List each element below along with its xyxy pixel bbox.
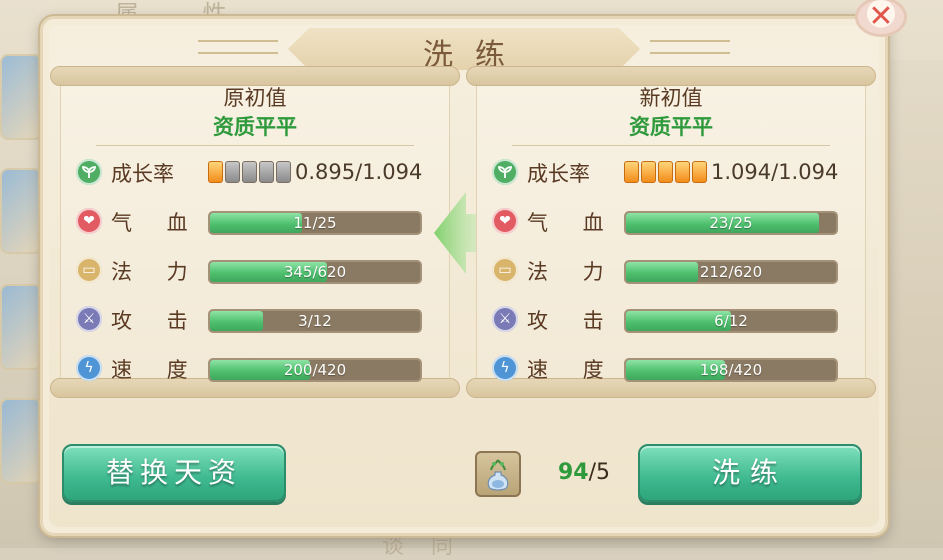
stat-label: 攻 击: [527, 309, 618, 333]
stat-row-attack: ⚔ 攻 击 6/12: [472, 305, 870, 333]
original-values-panel: 原初值 资质平平 成长率 0.895/1.094 ❤ 气 血 11/25 ▭ 法…: [50, 66, 460, 398]
stat-value: 6/12: [714, 312, 748, 330]
potion-vase-icon: [487, 459, 509, 491]
stat-value: 212/620: [699, 263, 763, 281]
growth-pip-list: [624, 161, 709, 183]
scroll-icon: ▭: [76, 257, 102, 283]
growth-label: 成长率: [527, 162, 590, 186]
sprout-icon: [492, 159, 518, 185]
stat-value: 11/25: [293, 214, 337, 232]
title-decoration-right: [650, 40, 730, 54]
stat-row-mp: ▭ 法 力 212/620: [472, 256, 870, 284]
panel-title: 原初值: [223, 86, 287, 110]
scroll-icon: ▭: [492, 257, 518, 283]
growth-pip: [225, 161, 240, 183]
new-values-panel: 新初值 资质平平 成长率 1.094/1.094 ❤ 气 血 23/25 ▭ 法…: [466, 66, 876, 398]
panel-title: 新初值: [639, 86, 703, 110]
growth-pip-list: [208, 161, 293, 183]
heart-icon: ❤: [492, 208, 518, 234]
growth-row: 成长率 1.094/1.094: [472, 158, 870, 186]
stat-label: 速 度: [527, 358, 618, 382]
stat-row-mp: ▭ 法 力 345/620: [56, 256, 454, 284]
lightning-icon: ϟ: [492, 355, 518, 381]
background-pet-card: [0, 54, 42, 140]
lightning-icon: ϟ: [76, 355, 102, 381]
aptitude-grade: 资质平平: [213, 115, 297, 139]
stat-bar: 6/12: [624, 309, 838, 333]
item-have: 94: [558, 460, 589, 485]
stat-row-hp: ❤ 气 血 23/25: [472, 207, 870, 235]
background-pet-card: [0, 284, 42, 370]
stat-row-speed: ϟ 速 度 198/420: [472, 354, 870, 382]
growth-pip: [624, 161, 639, 183]
stat-label: 法 力: [527, 260, 618, 284]
growth-pip: [658, 161, 673, 183]
divider: [512, 145, 830, 146]
dialog-title-bar: 洗练: [198, 22, 730, 73]
growth-pips: 0.895/1.094: [208, 160, 422, 184]
close-icon: ✕: [868, 0, 894, 34]
stat-label: 法 力: [111, 260, 202, 284]
growth-pip: [259, 161, 274, 183]
growth-pip: [692, 161, 707, 183]
stat-value: 198/420: [699, 361, 763, 379]
stat-bar: 3/12: [208, 309, 422, 333]
growth-pip: [675, 161, 690, 183]
growth-pip: [641, 161, 656, 183]
refine-button[interactable]: 洗练: [638, 444, 862, 502]
aptitude-grade: 资质平平: [629, 115, 713, 139]
growth-value: 1.094/1.094: [711, 160, 839, 184]
refine-item-slot[interactable]: [475, 451, 521, 497]
stat-row-hp: ❤ 气 血 11/25: [56, 207, 454, 235]
growth-row: 成长率 0.895/1.094: [56, 158, 454, 186]
stat-bar: 23/25: [624, 211, 838, 235]
stat-label: 速 度: [111, 358, 202, 382]
stat-bar: 345/620: [208, 260, 422, 284]
divider: [96, 145, 414, 146]
sword-icon: ⚔: [76, 306, 102, 332]
growth-pips: 1.094/1.094: [624, 160, 838, 184]
growth-pip: [208, 161, 223, 183]
stat-label: 气 血: [111, 211, 202, 235]
growth-pip: [276, 161, 291, 183]
item-need: 5: [596, 460, 611, 485]
growth-pip: [242, 161, 257, 183]
stat-bar: 198/420: [624, 358, 838, 382]
background-pet-card: [0, 398, 42, 484]
stat-value: 200/420: [283, 361, 347, 379]
background-side-panel: [883, 60, 943, 480]
stat-bar: 200/420: [208, 358, 422, 382]
stat-row-speed: ϟ 速 度 200/420: [56, 354, 454, 382]
stat-value: 23/25: [709, 214, 753, 232]
title-decoration-left: [198, 40, 278, 54]
stat-bar: 11/25: [208, 211, 422, 235]
item-count: 94/5: [558, 460, 611, 485]
stat-label: 气 血: [527, 211, 618, 235]
stat-label: 攻 击: [111, 309, 202, 333]
sprout-icon: [76, 159, 102, 185]
growth-label: 成长率: [111, 162, 174, 186]
stat-row-attack: ⚔ 攻 击 3/12: [56, 305, 454, 333]
background-pet-card: [0, 168, 42, 254]
stat-value: 345/620: [283, 263, 347, 281]
heart-icon: ❤: [76, 208, 102, 234]
sword-icon: ⚔: [492, 306, 518, 332]
replace-aptitude-button[interactable]: 替换天资: [62, 444, 286, 502]
stat-value: 3/12: [298, 312, 332, 330]
growth-value: 0.895/1.094: [295, 160, 423, 184]
stat-bar: 212/620: [624, 260, 838, 284]
